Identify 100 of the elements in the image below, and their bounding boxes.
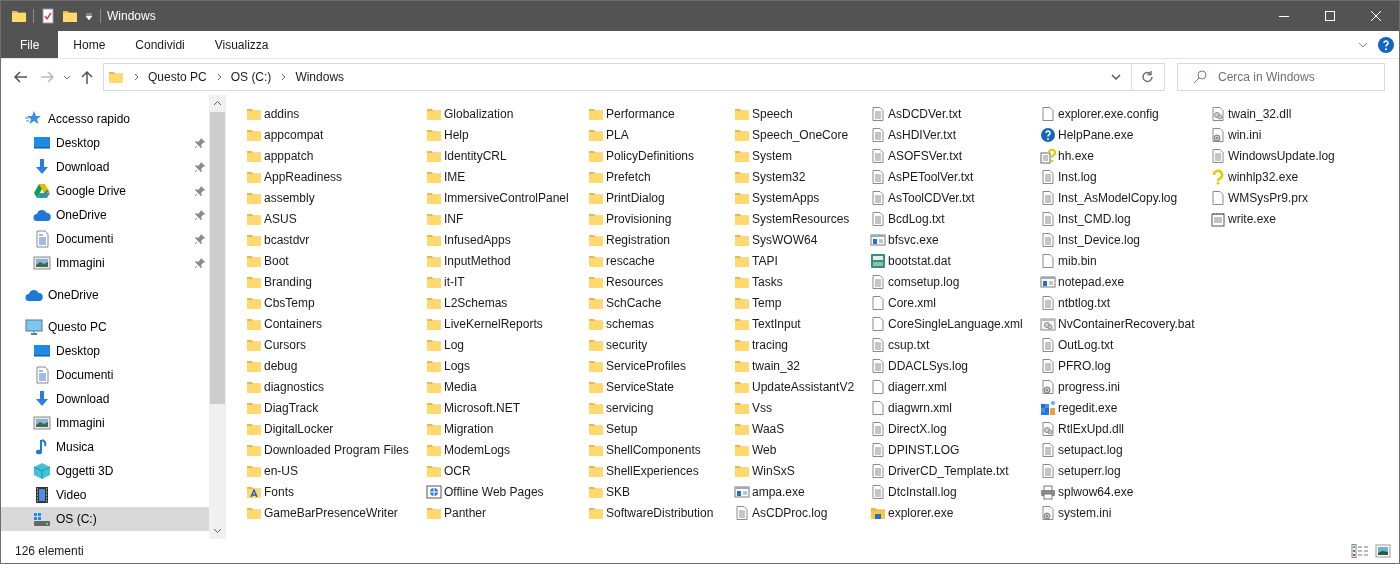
details-view-icon[interactable] (1351, 543, 1369, 559)
file-item[interactable]: PFRO.log (1040, 355, 1210, 376)
file-item[interactable]: DriverCD_Template.txt (870, 460, 1040, 481)
file-item[interactable]: diagerr.xml (870, 376, 1040, 397)
file-item[interactable]: progress.ini (1040, 376, 1210, 397)
ribbon-tab[interactable]: Visualizza (199, 31, 284, 58)
search-box[interactable]: Cerca in Windows (1177, 62, 1385, 91)
folder-item[interactable]: Cursors (246, 334, 426, 355)
folder-item[interactable]: System (734, 145, 870, 166)
folder-item[interactable]: Microsoft.NET (426, 397, 588, 418)
folder-item[interactable]: WaaS (734, 418, 870, 439)
file-item[interactable]: explorer.exe (870, 502, 1040, 523)
folder-item[interactable]: UpdateAssistantV2 (734, 376, 870, 397)
folder-item[interactable]: Fonts (246, 481, 426, 502)
address-bar[interactable]: Questo PC OS (C:) Windows (103, 62, 1165, 91)
folder-item[interactable]: Offline Web Pages (426, 481, 588, 502)
folder-item[interactable]: bcastdvr (246, 229, 426, 250)
folder-item[interactable]: Boot (246, 250, 426, 271)
file-item[interactable]: system.ini (1040, 502, 1210, 523)
folder-item[interactable]: rescache (588, 250, 734, 271)
folder-item[interactable]: appcompat (246, 124, 426, 145)
folder-item[interactable]: IME (426, 166, 588, 187)
help-icon[interactable] (1377, 35, 1395, 54)
search-input[interactable]: Cerca in Windows (1218, 67, 1384, 86)
folder-item[interactable]: ServiceState (588, 376, 734, 397)
file-item[interactable]: twain_32.dll (1210, 103, 1399, 124)
folder-item[interactable]: Downloaded Program Files (246, 439, 426, 460)
file-item[interactable]: NvContainerRecovery.bat (1040, 313, 1210, 334)
file-item[interactable]: DtcInstall.log (870, 481, 1040, 502)
file-item[interactable]: explorer.exe.config (1040, 103, 1210, 124)
folder-item[interactable]: INF (426, 208, 588, 229)
folder-item[interactable]: OCR (426, 460, 588, 481)
file-item[interactable]: win.ini (1210, 124, 1399, 145)
folder-item[interactable]: Tasks (734, 271, 870, 292)
file-item[interactable]: Inst_CMD.log (1040, 208, 1210, 229)
folder-item[interactable]: TAPI (734, 250, 870, 271)
folder-item[interactable]: LiveKernelReports (426, 313, 588, 334)
sidebar-item[interactable]: Video (1, 483, 209, 507)
file-item[interactable]: OutLog.txt (1040, 334, 1210, 355)
folder-item[interactable]: AppReadiness (246, 166, 426, 187)
folder-item[interactable]: Performance (588, 103, 734, 124)
sidebar-item[interactable]: Musica (1, 435, 209, 459)
folder-item[interactable]: Help (426, 124, 588, 145)
breadcrumb-item[interactable]: OS (C:) (230, 67, 272, 86)
new-folder-icon[interactable] (62, 8, 78, 24)
folder-item[interactable]: en-US (246, 460, 426, 481)
file-item[interactable]: DirectX.log (870, 418, 1040, 439)
folder-item[interactable]: PLA (588, 124, 734, 145)
sidebar-item[interactable]: Documenti (1, 227, 209, 251)
folder-item[interactable]: SoftwareDistribution (588, 502, 734, 523)
folder-item[interactable]: addins (246, 103, 426, 124)
sidebar-item[interactable]: Immagini (1, 251, 209, 275)
folder-item[interactable]: Migration (426, 418, 588, 439)
sidebar-item[interactable]: Download (1, 387, 209, 411)
folder-item[interactable]: Temp (734, 292, 870, 313)
sidebar-item[interactable]: Download (1, 155, 209, 179)
folder-item[interactable]: ImmersiveControlPanel (426, 187, 588, 208)
folder-item[interactable]: Resources (588, 271, 734, 292)
folder-item[interactable]: Log (426, 334, 588, 355)
folder-item[interactable]: PolicyDefinitions (588, 145, 734, 166)
scroll-thumb[interactable] (210, 112, 225, 404)
folder-item[interactable]: InfusedApps (426, 229, 588, 250)
folder-item[interactable]: PrintDialog (588, 187, 734, 208)
up-arrow-icon[interactable] (79, 68, 95, 85)
folder-item[interactable]: SchCache (588, 292, 734, 313)
folder-item[interactable]: InputMethod (426, 250, 588, 271)
folder-item[interactable]: Vss (734, 397, 870, 418)
sidebar-item[interactable]: Oggetti 3D (1, 459, 209, 483)
file-item[interactable]: ampa.exe (734, 481, 870, 502)
folder-item[interactable]: System32 (734, 166, 870, 187)
folder-item[interactable]: twain_32 (734, 355, 870, 376)
folder-item[interactable]: IdentityCRL (426, 145, 588, 166)
folder-item[interactable]: DigitalLocker (246, 418, 426, 439)
file-item[interactable]: comsetup.log (870, 271, 1040, 292)
file-item[interactable]: ntbtlog.txt (1040, 292, 1210, 313)
file-item[interactable]: DPINST.LOG (870, 439, 1040, 460)
folder-item[interactable]: TextInput (734, 313, 870, 334)
file-item[interactable]: notepad.exe (1040, 271, 1210, 292)
folder-item[interactable]: GameBarPresenceWriter (246, 502, 426, 523)
folder-item[interactable]: Panther (426, 502, 588, 523)
file-item[interactable]: AsPEToolVer.txt (870, 166, 1040, 187)
file-item[interactable]: RtlExUpd.dll (1040, 418, 1210, 439)
ribbon-tab[interactable]: Home (58, 31, 121, 58)
file-item[interactable]: bootstat.dat (870, 250, 1040, 271)
folder-item[interactable]: SysWOW64 (734, 229, 870, 250)
folder-item[interactable]: ShellExperiences (588, 460, 734, 481)
file-item[interactable]: BcdLog.txt (870, 208, 1040, 229)
folder-item[interactable]: SKB (588, 481, 734, 502)
file-item[interactable]: Inst_Device.log (1040, 229, 1210, 250)
file-item[interactable]: HelpPane.exe (1040, 124, 1210, 145)
folder-item[interactable]: tracing (734, 334, 870, 355)
file-item[interactable]: CoreSingleLanguage.xml (870, 313, 1040, 334)
folder-item[interactable]: ASUS (246, 208, 426, 229)
file-item[interactable]: diagwrn.xml (870, 397, 1040, 418)
file-item[interactable]: ASOFSVer.txt (870, 145, 1040, 166)
large-icons-view-icon[interactable] (1375, 543, 1391, 559)
folder-item[interactable]: WinSxS (734, 460, 870, 481)
folder-item[interactable]: Speech (734, 103, 870, 124)
folder-item[interactable]: security (588, 334, 734, 355)
file-tab[interactable]: File (1, 31, 59, 58)
